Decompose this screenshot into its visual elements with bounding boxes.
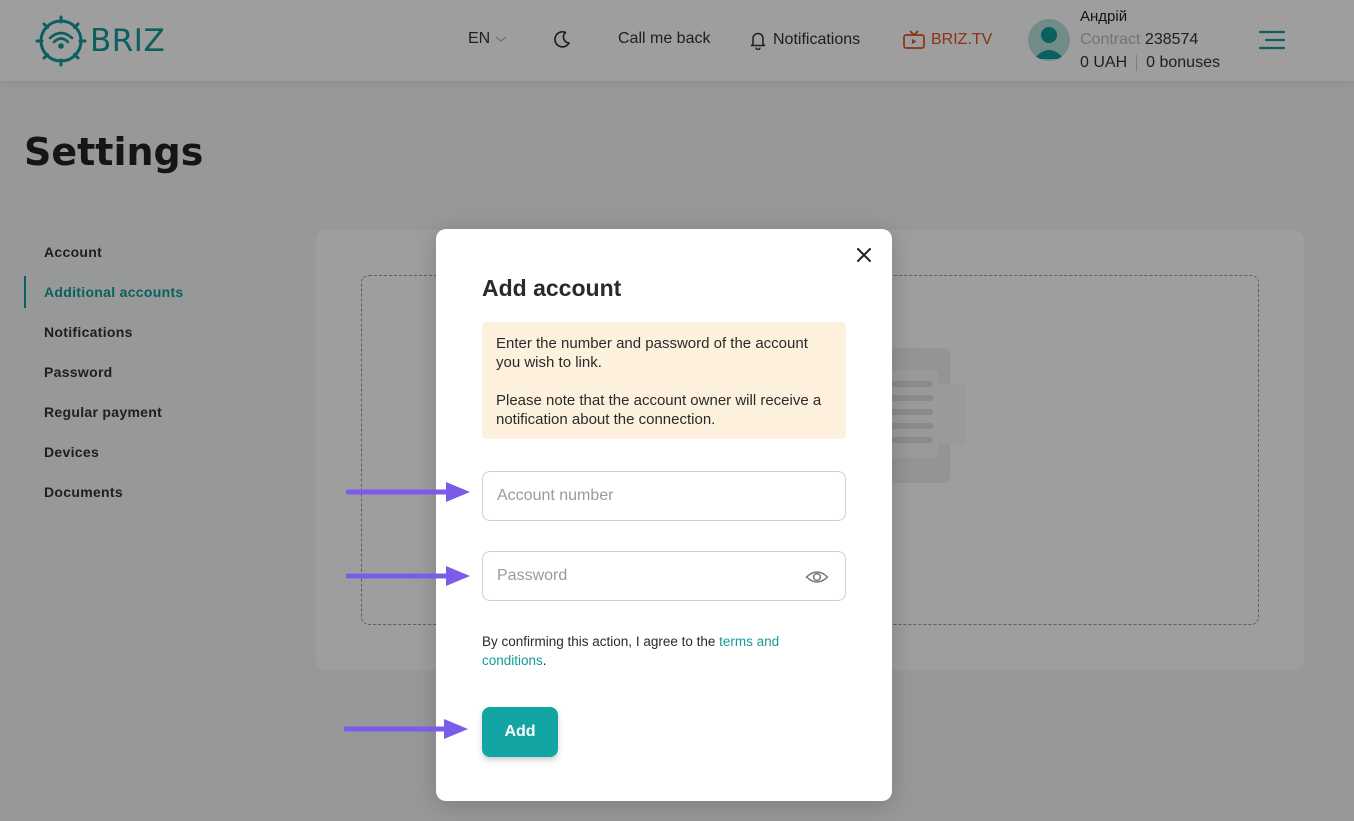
arrow-annotation-icon [344, 719, 468, 739]
arrow-annotation-icon [346, 482, 470, 502]
info-notice: Enter the number and password of the acc… [482, 322, 846, 439]
info-text-2: Please note that the account owner will … [496, 392, 822, 428]
add-account-modal: Add account Enter the number and passwor… [436, 229, 892, 801]
eye-icon[interactable] [805, 567, 829, 587]
account-number-input[interactable] [483, 472, 845, 520]
modal-title: Add account [482, 275, 622, 301]
password-input[interactable] [483, 552, 845, 600]
info-text-1: Enter the number and password of the acc… [496, 335, 808, 371]
close-button[interactable] [854, 245, 874, 265]
terms-text: By confirming this action, I agree to th… [482, 632, 822, 670]
terms-suffix: . [542, 653, 547, 668]
close-icon [857, 248, 871, 262]
add-button[interactable]: Add [482, 707, 558, 757]
password-field [482, 551, 846, 601]
arrow-annotation-icon [346, 566, 470, 586]
terms-prefix: By confirming this action, I agree to th… [482, 634, 720, 649]
account-number-field [482, 471, 846, 521]
